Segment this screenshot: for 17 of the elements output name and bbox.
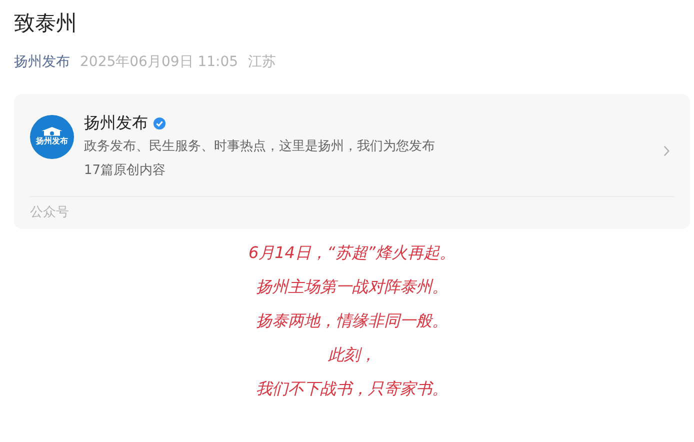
logo-text: 扬州发布 [36, 137, 68, 147]
article-count: 17篇原创内容 [84, 162, 166, 180]
account-description: 政务发布、民生服务、时事热点，这里是扬州，我们为您发布 [84, 138, 435, 156]
article-text-line: 此刻， [328, 344, 376, 366]
account-name: 扬州发布 [84, 112, 148, 134]
chevron-right-icon [663, 145, 670, 157]
publish-time: 2025年06月09日 11:05 [80, 53, 238, 72]
article-title: 致泰州 [14, 10, 77, 37]
location-label: 江苏 [248, 53, 276, 72]
article-text-line: 6月14日，“苏超”烽火再起。 [248, 242, 456, 264]
article-text-line: 扬州主场第一战对阵泰州。 [256, 276, 448, 298]
account-card[interactable]: 扬州发布 扬州发布 政务发布、民生服务、时事热点，这里是扬州，我们为您发布 17篇原创内容 公众号 [14, 94, 690, 229]
article-text-line: 我们不下战书，只寄家书。 [256, 378, 448, 400]
account-type-label: 公众号 [30, 204, 69, 222]
building-icon [40, 126, 64, 136]
article-text-line: 扬泰两地，情缘非同一般。 [256, 310, 448, 332]
author-link[interactable]: 扬州发布 [14, 52, 70, 72]
